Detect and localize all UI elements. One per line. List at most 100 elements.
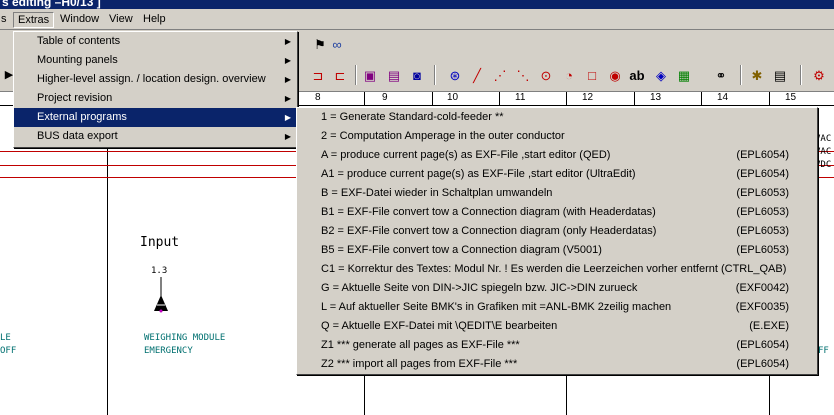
ruler-number: 8 [315,92,321,103]
submenu-item-code: (EXF0035) [735,301,789,313]
ruler-tick [364,92,365,106]
settings-icon[interactable]: ⚙ [810,67,828,85]
submenu-item-code: (EXF0042) [735,282,789,294]
submenu-arrow-icon: ▶ [284,94,291,103]
submenu-item-label: B2 = EXF-File convert tow a Connection d… [321,225,657,237]
ruler-tick [499,92,500,106]
submenu-item-code: (EPL6053) [736,187,789,199]
module-text: FF [818,346,829,356]
submenu-item-label: C1 = Korrektur des Textes: Modul Nr. ! E… [321,263,787,275]
ruler-number: 13 [650,92,662,103]
submenu-item-label: B1 = EXF-File convert tow a Connection d… [321,206,656,218]
line-icon[interactable]: ╱ [468,67,486,85]
menu-view[interactable]: View [105,12,137,28]
ruler-number: 15 [785,92,797,103]
submenu-item[interactable]: L = Auf aktueller Seite BMK's in Grafike… [297,298,817,317]
tag-icon[interactable]: ◈ [652,67,670,85]
submenu-item[interactable]: Z1 *** generate all pages as EXF-File **… [297,336,817,355]
submenu-item-code: (EPL6054) [736,168,789,180]
box-icon[interactable]: ▣ [361,67,379,85]
module-text: OFF [0,346,17,356]
frame-icon[interactable]: ◙ [408,67,426,85]
submenu-item[interactable]: 2 = Computation Amperage in the outer co… [297,127,817,146]
window-title: s editing –H0/13 ] [2,0,101,9]
submenu-item-label: Q = Aktuelle EXF-Datei mit \QEDIT\E bear… [321,320,558,332]
submenu-arrow-icon: ▶ [284,56,291,65]
submenu-item-code: (EPL6053) [736,225,789,237]
binoculars-search-icon[interactable]: ⚭ [712,67,730,85]
menu-item-external-programs[interactable]: External programs ▶ [14,108,297,127]
menu-item-label: Table of contents [37,35,121,47]
text-icon[interactable]: ab [628,67,646,85]
page-list-icon[interactable]: ▤ [771,67,789,85]
multiline-icon[interactable]: ⋱ [514,67,532,85]
submenu-item[interactable]: A = produce current page(s) as EXF-File … [297,146,817,165]
module-label: WEIGHING MODULE [144,333,226,343]
submenu-item-label: 1 = Generate Standard-cold-feeder ** [321,111,504,123]
image-icon[interactable]: ▦ [675,67,693,85]
submenu-item[interactable]: A1 = produce current page(s) as EXF-File… [297,165,817,184]
input-label: Input [140,235,180,250]
connect-icon[interactable]: ⊛ [446,67,464,85]
delete-symbol-icon[interactable]: ⊏ [331,67,349,85]
menu-help[interactable]: Help [139,12,170,28]
submenu-item[interactable]: B1 = EXF-File convert tow a Connection d… [297,203,817,222]
menu-extras[interactable]: Extras [13,12,55,28]
module-label: EMERGENCY [144,346,193,356]
binoculars-icon[interactable]: ∞ [328,36,346,54]
terminal-number: 1.3 [151,266,168,276]
submenu-item-code: (EPL6053) [736,244,789,256]
circle-icon[interactable]: ⊙ [537,67,555,85]
submenu-item[interactable]: 1 = Generate Standard-cold-feeder ** [297,108,817,127]
ruler-tick [298,92,299,106]
menu-item-label: Mounting panels [37,54,118,66]
toolbar-separator [740,65,742,85]
column-line [107,107,108,415]
submenu-item-code: (EPL6054) [736,149,789,161]
ruler-tick [701,92,702,106]
menu-item-project-revision[interactable]: Project revision ▶ [14,89,297,108]
rectangle-icon[interactable]: □ [583,67,601,85]
toolbar-separator [434,65,436,85]
menu-item-higher-level-assign[interactable]: Higher-level assign. / location design. … [14,70,297,89]
menu-item-table-of-contents[interactable]: Table of contents ▶ [14,32,297,51]
menu-file-partial[interactable]: s [0,12,11,28]
terminal-symbol-icon[interactable] [150,277,172,313]
polyline-icon[interactable]: ⋰ [491,67,509,85]
ruler-tick [769,92,770,106]
submenu-item-label: A = produce current page(s) as EXF-File … [321,149,611,161]
submenu-item-label: 2 = Computation Amperage in the outer co… [321,130,565,142]
submenu-item[interactable]: Z2 *** import all pages from EXF-File **… [297,355,817,374]
menu-item-bus-data-export[interactable]: BUS data export ▶ [14,127,297,146]
ruler-tick [566,92,567,106]
submenu-item-label: B = EXF-Datei wieder in Schaltplan umwan… [321,187,553,199]
ruler-tick [432,92,433,106]
menu-item-label: Project revision [37,92,113,104]
ruler-number: 11 [515,92,526,103]
box-select-icon[interactable]: ▤ [385,67,403,85]
ruler-number: 12 [582,92,594,103]
ellipse-icon[interactable]: ◉ [606,67,624,85]
submenu-item[interactable]: Q = Aktuelle EXF-Datei mit \QEDIT\E bear… [297,317,817,336]
submenu-item-label: Z2 *** import all pages from EXF-File **… [321,358,518,370]
flag-icon[interactable]: ⚑ [311,36,329,54]
menu-item-label: Higher-level assign. / location design. … [37,73,266,85]
menu-item-label: BUS data export [37,130,118,142]
insert-symbol-icon[interactable]: ⊐ [309,67,327,85]
submenu-arrow-icon: ▶ [284,37,291,46]
page-star-icon[interactable]: ✱ [748,67,766,85]
submenu-item[interactable]: G = Aktuelle Seite von DIN->JIC spiegeln… [297,279,817,298]
arc-icon[interactable]: ◔ [560,67,578,85]
submenu-item[interactable]: B2 = EXF-File convert tow a Connection d… [297,222,817,241]
submenu-item-code: (EPL6053) [736,206,789,218]
ruler-number: 9 [382,92,388,103]
menu-window[interactable]: Window [56,12,103,28]
module-text: LE [0,333,11,343]
submenu-item[interactable]: B = EXF-Datei wieder in Schaltplan umwan… [297,184,817,203]
menu-bar: s Extras Window View Help [0,9,834,30]
menu-item-mounting-panels[interactable]: Mounting panels ▶ [14,51,297,70]
toolbar-separator [355,65,357,85]
submenu-item[interactable]: B5 = EXF-File convert tow a Connection d… [297,241,817,260]
submenu-arrow-icon: ▶ [284,113,291,122]
submenu-item[interactable]: C1 = Korrektur des Textes: Modul Nr. ! E… [297,260,817,279]
